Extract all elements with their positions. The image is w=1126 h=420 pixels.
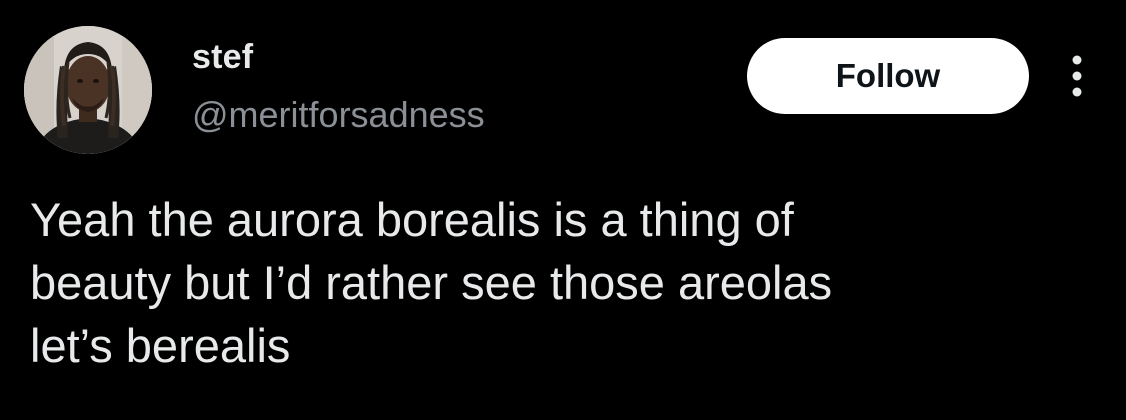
tweet-text-line: let’s berealis — [30, 319, 291, 372]
profile-photo-icon — [24, 26, 152, 154]
more-vertical-icon[interactable] — [1066, 54, 1088, 98]
user-handle[interactable]: @meritforsadness — [192, 94, 485, 136]
avatar[interactable] — [24, 26, 152, 154]
tweet-text-line: beauty but I’d rather see those areolas — [30, 256, 833, 309]
tweet-text-line: Yeah the aurora borealis is a thing of — [30, 193, 794, 246]
tweet-card: stef @meritforsadness Follow Yeah the au… — [0, 0, 1126, 420]
follow-button[interactable]: Follow — [747, 38, 1029, 114]
tweet-text: Yeah the aurora borealis is a thing of b… — [30, 188, 1090, 377]
user-name[interactable]: stef — [192, 38, 253, 77]
